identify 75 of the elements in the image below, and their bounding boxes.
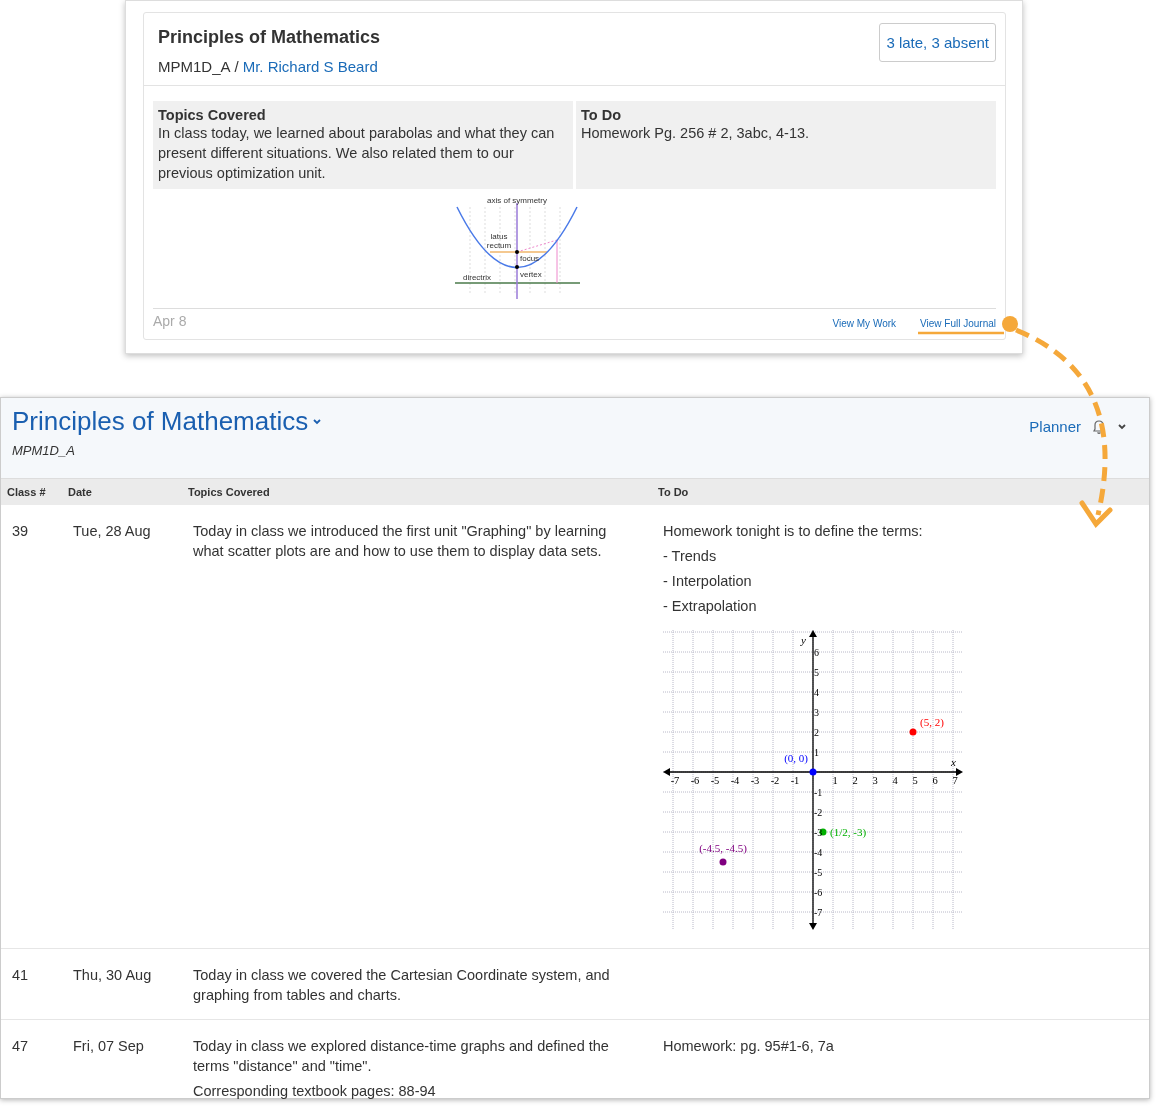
course-code: MPM1D_A: [158, 58, 231, 75]
point-label: (0, 0): [784, 752, 808, 764]
diagram-label: rectum: [486, 241, 512, 250]
axis-label: y: [801, 634, 806, 646]
section-text: In class today, we learned about parabolas and what they can present different situations. We also related them to our previous optimization unit.: [158, 124, 556, 183]
class-date: Thu, 30 Aug: [73, 967, 152, 983]
tick-label: -6: [814, 887, 823, 898]
todo-text: Homework tonight is to define the terms:: [663, 522, 923, 541]
class-number: 47: [12, 1038, 29, 1054]
tick-label: -1: [814, 787, 823, 798]
tick-label: 5: [912, 775, 918, 786]
tick-label: -4: [730, 775, 740, 786]
teacher-link[interactable]: Mr. Richard S Beard: [242, 58, 378, 75]
tick-label: -2: [814, 807, 823, 818]
section-heading: Topics Covered: [158, 107, 267, 123]
chevron-down-icon[interactable]: [312, 417, 323, 426]
tick-label: 3: [814, 707, 819, 718]
diagram-label: focus: [520, 254, 540, 263]
todo-text: - Interpolation: [663, 572, 752, 591]
journal-title[interactable]: Principles of Mathematics: [12, 406, 309, 437]
point-label: (5, 2): [920, 716, 944, 728]
tick-label: 6: [932, 775, 938, 786]
tick-label: -6: [690, 775, 700, 786]
diagram-label: latus: [490, 232, 508, 241]
tick-label: -7: [814, 907, 823, 918]
tick-label: 5: [814, 667, 819, 678]
tick-label: 4: [814, 687, 819, 698]
column-header: Class #: [6, 486, 47, 498]
class-number: 41: [12, 967, 29, 983]
tick-label: 7: [952, 775, 958, 786]
course-title: Principles of Mathematics: [158, 27, 381, 48]
journal-link[interactable]: View Full Journal: [920, 318, 996, 329]
tick-label: -5: [710, 775, 720, 786]
todo-text: Homework: pg. 95#1-6, 7a: [663, 1037, 834, 1056]
column-header: Topics Covered: [187, 486, 271, 498]
tick-label: -3: [814, 827, 823, 838]
column-header: Date: [67, 486, 93, 498]
diagram-label: directrix: [463, 273, 491, 282]
topics-text: Today in class we introduced the first unit "Graphing" by learning what scatter plots are and how to use them to display data sets.: [193, 522, 608, 561]
chevron-down-icon[interactable]: [1117, 422, 1127, 431]
tick-label: -3: [750, 775, 760, 786]
todo-text: - Extrapolation: [663, 597, 757, 616]
tick-label: -2: [770, 775, 780, 786]
axis-label: x: [951, 756, 956, 768]
course-code: MPM1D_A: [12, 443, 76, 458]
entry-date: Apr 8: [153, 313, 187, 329]
journal-link[interactable]: View My Work: [832, 318, 897, 329]
tick-label: -7: [670, 775, 680, 786]
tick-label: 2: [852, 775, 858, 786]
column-header: To Do: [657, 486, 690, 498]
topics-text: Today in class we explored distance-time graphs and defined the terms "distance" and "time".: [193, 1037, 610, 1076]
tick-label: 1: [814, 747, 819, 758]
tick-label: -4: [814, 847, 823, 858]
tick-label: 1: [832, 775, 838, 786]
diagram-label: vertex: [520, 270, 542, 279]
separator: /: [234, 58, 239, 75]
class-date: Tue, 28 Aug: [73, 523, 151, 539]
section-text: Homework Pg. 256 # 2, 3abc, 4-13.: [581, 124, 811, 143]
tick-label: -1: [790, 775, 800, 786]
class-date: Fri, 07 Sep: [73, 1038, 144, 1054]
tick-label: 6: [814, 647, 819, 658]
tick-label: 2: [814, 727, 819, 738]
tick-label: 4: [892, 775, 898, 786]
todo-text: - Trends: [663, 547, 717, 566]
point-label: (1/2, -3): [830, 826, 867, 838]
section-heading: To Do: [581, 107, 622, 123]
topics-text: Corresponding textbook pages: 88-94: [193, 1082, 436, 1101]
tick-label: -5: [814, 867, 823, 878]
diagram-label: axis of symmetry: [487, 196, 547, 205]
attendance-button[interactable]: 3 late, 3 absent: [879, 23, 996, 62]
class-number: 39: [12, 523, 29, 539]
tick-label: 3: [872, 775, 878, 786]
planner-link[interactable]: Planner: [1029, 418, 1081, 435]
topics-text: Today in class we covered the Cartesian Coordinate system, and graphing from tables and charts.: [193, 966, 611, 1005]
point-label: (-4.5, -4.5): [699, 842, 747, 854]
